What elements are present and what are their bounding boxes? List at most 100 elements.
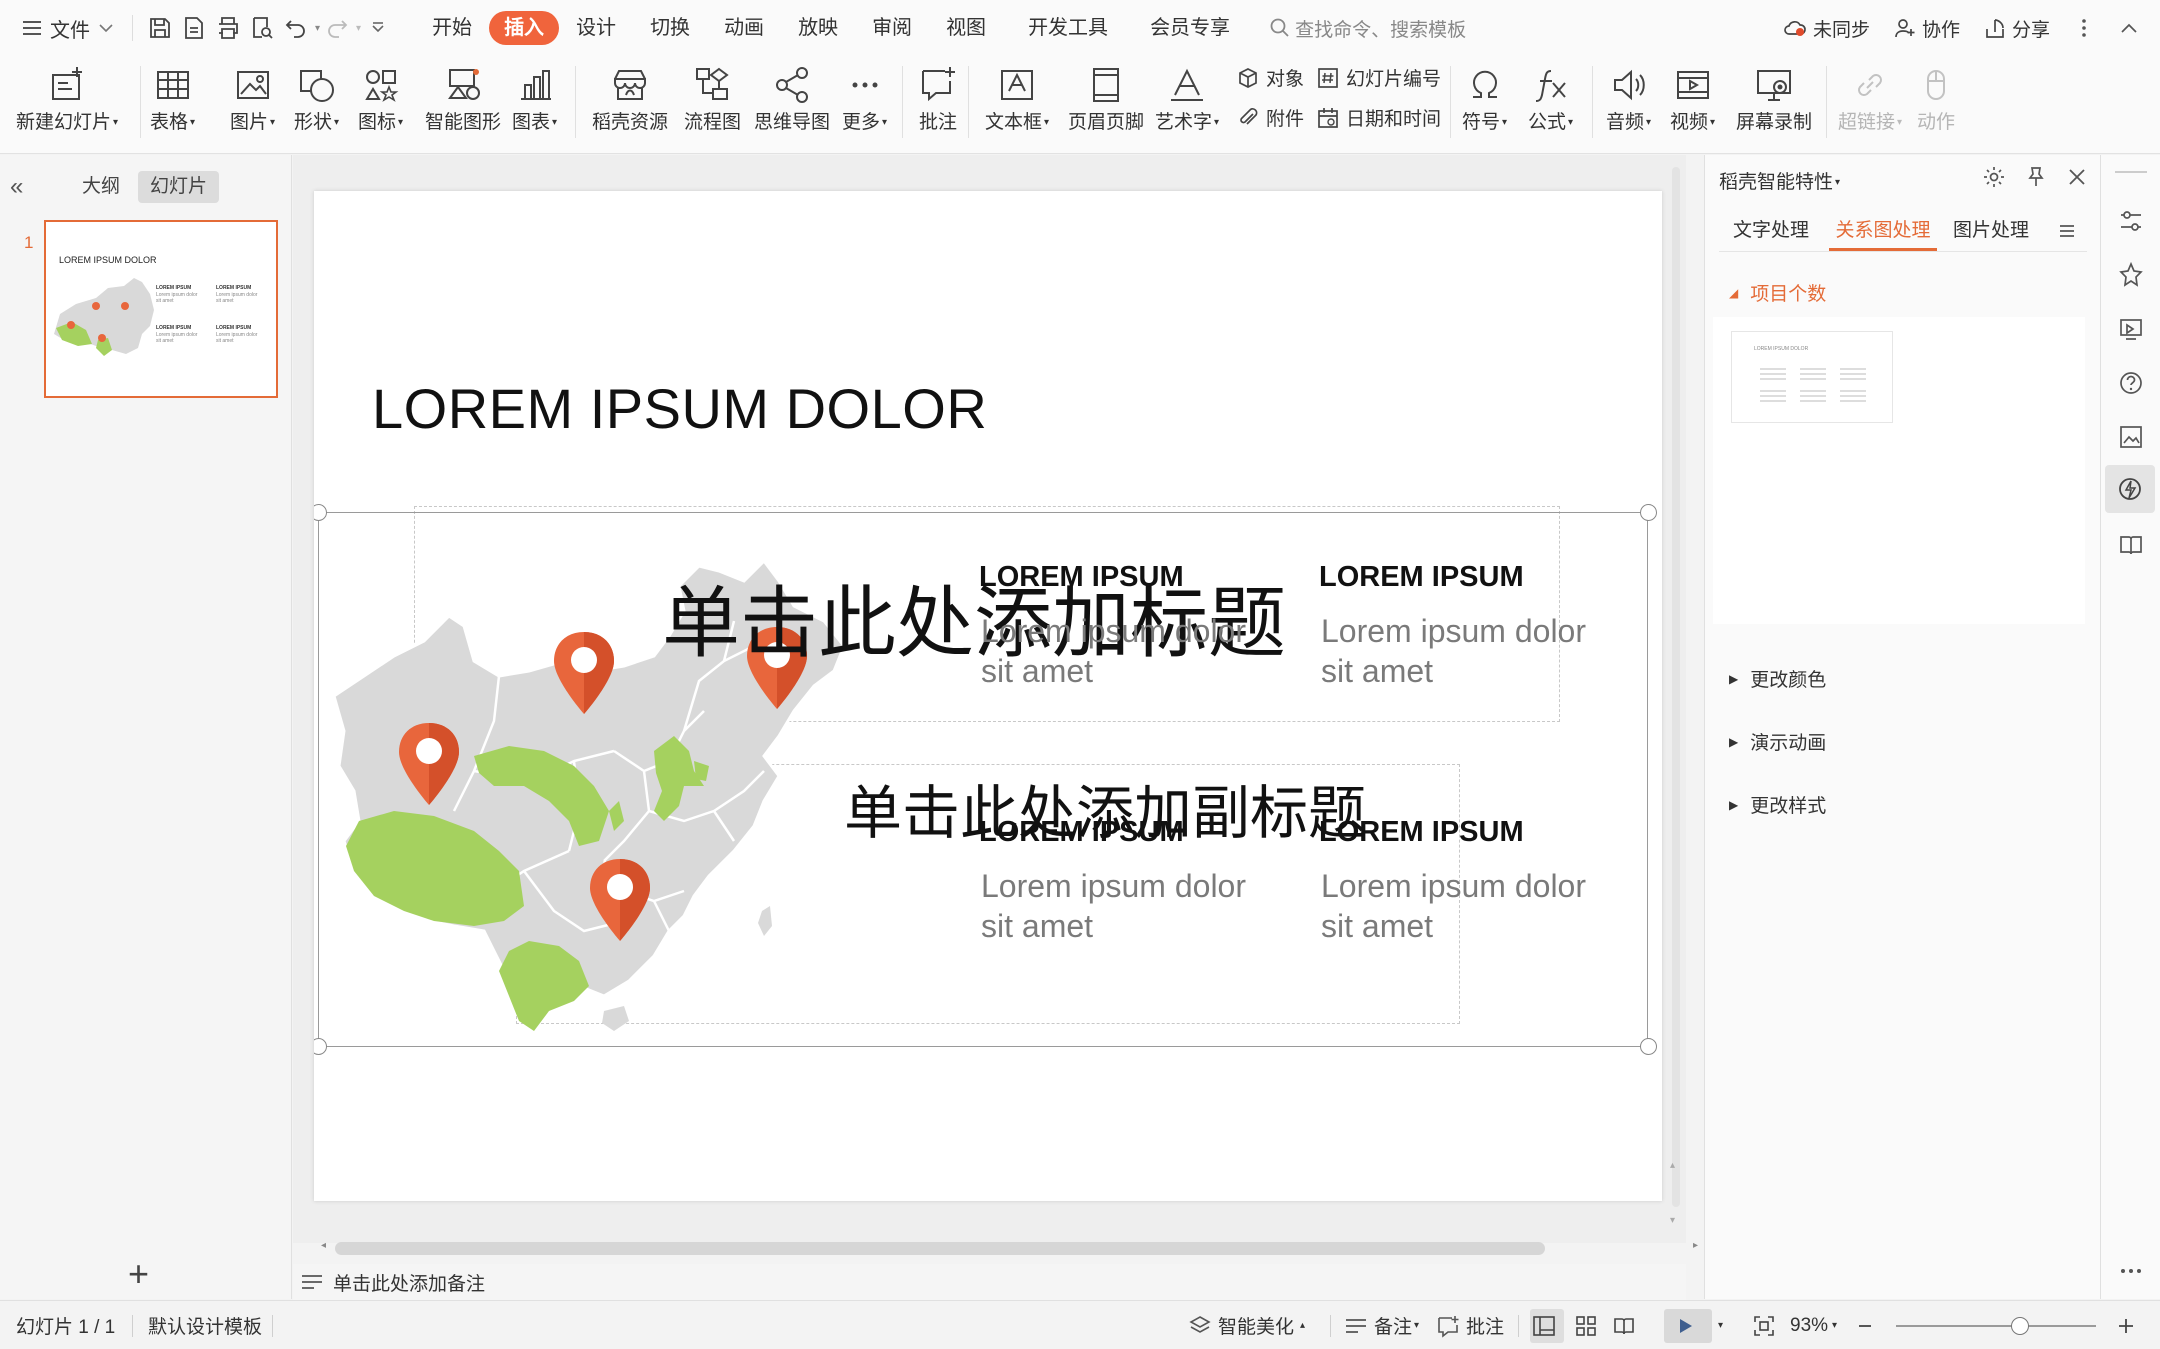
notes-toggle[interactable]: 备注 ▾ xyxy=(1344,1301,1419,1349)
scroll-right-icon[interactable]: ▸ xyxy=(1693,1240,1698,1251)
close-icon[interactable] xyxy=(2066,166,2088,188)
template-name[interactable]: 默认设计模板 xyxy=(148,1301,262,1349)
section-animation[interactable]: ▶ 演示动画 xyxy=(1729,728,1826,755)
audio-button[interactable]: 音频 ▾ xyxy=(1606,60,1651,136)
file-menu[interactable]: 文件 xyxy=(14,8,122,48)
next-slide-icon[interactable]: ▾ xyxy=(1670,1215,1675,1226)
redo-icon[interactable] xyxy=(320,8,354,48)
print-preview-icon[interactable] xyxy=(245,8,279,48)
video-button[interactable]: 视频 ▾ xyxy=(1670,60,1715,136)
zoom-in-button[interactable] xyxy=(2116,1301,2142,1349)
shape-button[interactable]: 形状 ▾ xyxy=(294,60,339,136)
picture-button[interactable]: 图片 ▾ xyxy=(230,60,275,136)
command-search[interactable]: 查找命令、搜索模板 xyxy=(1269,15,1466,42)
comment-button[interactable]: 批注 xyxy=(918,60,958,136)
slide-number-button[interactable]: 幻灯片编号 xyxy=(1316,64,1441,91)
slide-title[interactable]: LOREM IPSUM DOLOR xyxy=(372,376,987,441)
more-insert-button[interactable]: 更多 ▾ xyxy=(842,60,887,136)
pin-icon[interactable] xyxy=(2024,165,2048,189)
image-tools-icon[interactable] xyxy=(2115,421,2147,453)
undo-icon[interactable] xyxy=(279,8,313,48)
slideshow-window-icon[interactable] xyxy=(2115,313,2147,345)
more-options-icon[interactable] xyxy=(2080,17,2094,39)
tab-diagram-processing[interactable]: 关系图处理 xyxy=(1829,211,1937,251)
resize-handle[interactable] xyxy=(1640,504,1657,521)
export-pdf-icon[interactable] xyxy=(177,8,211,48)
tab-slides[interactable]: 幻灯片 xyxy=(138,171,220,203)
vertical-scrollbar[interactable]: ▴ ▾ xyxy=(1666,155,1686,1243)
notes-bar[interactable]: 单击此处添加备注 xyxy=(293,1264,1686,1300)
customize-toolbar-icon[interactable] xyxy=(361,8,395,48)
collaborate-button[interactable]: 协作 xyxy=(1894,15,1960,42)
symbol-button[interactable]: 符号 ▾ xyxy=(1462,60,1507,136)
tab-home[interactable]: 开始 xyxy=(415,11,489,45)
screen-record-button[interactable]: 屏幕录制 xyxy=(1736,60,1812,136)
tab-member[interactable]: 会员专享 xyxy=(1133,11,1247,45)
scroll-left-icon[interactable]: ◂ xyxy=(321,1240,326,1251)
attachment-button[interactable]: 附件 xyxy=(1236,104,1304,131)
zoom-level[interactable]: 93% ▾ xyxy=(1790,1301,1837,1349)
grid-view-button[interactable] xyxy=(1574,1301,1604,1349)
textbox-button[interactable]: 文本框 ▾ xyxy=(985,60,1049,136)
date-time-button[interactable]: 日期和时间 xyxy=(1316,104,1441,131)
gear-icon[interactable] xyxy=(1982,165,2006,189)
tab-view[interactable]: 视图 xyxy=(929,11,1003,45)
wordart-button[interactable]: 艺术字 ▾ xyxy=(1155,60,1219,136)
new-slide-button[interactable]: 新建幻灯片 ▾ xyxy=(16,60,118,136)
scroll-thumb[interactable] xyxy=(335,1242,1545,1255)
reading-view-button[interactable] xyxy=(1612,1301,1642,1349)
header-footer-button[interactable]: 页眉页脚 xyxy=(1068,60,1144,136)
slide-thumbnail[interactable]: LOREM IPSUM DOLOR LOREM IPSUM Lorem ipsu… xyxy=(44,220,278,398)
section-item-count[interactable]: ◢ 项目个数 xyxy=(1729,279,1826,306)
prev-slide-icon[interactable]: ▴ xyxy=(1670,1160,1675,1171)
daoke-resources-button[interactable]: 稻壳资源 xyxy=(592,60,668,136)
smartart-button[interactable]: 智能图形 xyxy=(425,60,501,136)
tab-design[interactable]: 设计 xyxy=(559,11,633,45)
tab-outline[interactable]: 大纲 xyxy=(70,171,132,203)
print-icon[interactable] xyxy=(211,8,245,48)
object-button[interactable]: 对象 xyxy=(1236,64,1304,91)
play-slideshow-button[interactable]: ▾ xyxy=(1664,1301,1723,1349)
action-button[interactable]: 动作 xyxy=(1916,60,1956,136)
smart-features-icon[interactable] xyxy=(2105,465,2155,513)
tab-transitions[interactable]: 切换 xyxy=(633,11,707,45)
tab-insert[interactable]: 插入 xyxy=(489,11,560,45)
icon-button[interactable]: 图标 ▾ xyxy=(358,60,403,136)
tab-developer[interactable]: 开发工具 xyxy=(1011,11,1125,45)
table-button[interactable]: 表格 ▾ xyxy=(150,60,195,136)
tab-animation[interactable]: 动画 xyxy=(707,11,781,45)
tab-slideshow[interactable]: 放映 xyxy=(781,11,855,45)
adjust-icon[interactable] xyxy=(2115,205,2147,237)
smart-beautify-button[interactable]: 智能美化 ▴ xyxy=(1188,1301,1305,1349)
section-change-color[interactable]: ▶ 更改颜色 xyxy=(1729,665,1826,692)
chart-button[interactable]: 图表 ▾ xyxy=(512,60,557,136)
comments-toggle[interactable]: 批注 xyxy=(1436,1301,1504,1349)
share-button[interactable]: 分享 xyxy=(1984,15,2050,42)
star-pen-icon[interactable] xyxy=(2115,259,2147,291)
save-icon[interactable] xyxy=(143,8,177,48)
add-slide-button[interactable]: + xyxy=(128,1253,149,1295)
section-change-style[interactable]: ▶ 更改样式 xyxy=(1729,791,1826,818)
collapse-ribbon-icon[interactable] xyxy=(2118,20,2146,36)
horizontal-scrollbar[interactable]: ◂ ▸ xyxy=(321,1240,1698,1256)
formula-button[interactable]: 公式 ▾ xyxy=(1528,60,1573,136)
normal-view-button[interactable] xyxy=(1530,1301,1564,1349)
more-tools-icon[interactable] xyxy=(2115,1255,2147,1287)
mindmap-button[interactable]: 思维导图 xyxy=(754,60,830,136)
tab-text-processing[interactable]: 文字处理 xyxy=(1733,211,1809,251)
fit-window-button[interactable] xyxy=(1752,1301,1782,1349)
zoom-out-button[interactable] xyxy=(1856,1301,1880,1349)
flowchart-button[interactable]: 流程图 xyxy=(684,60,741,136)
zoom-slider-handle[interactable] xyxy=(2011,1317,2029,1335)
slide[interactable]: LOREM IPSUM DOLOR 单击此处添加标题 单击此处添加副标题 LOR… xyxy=(314,191,1662,1201)
tab-image-processing[interactable]: 图片处理 xyxy=(1953,211,2029,251)
pane-title[interactable]: 稻壳智能特性 ▾ xyxy=(1719,167,1840,194)
pane-menu-icon[interactable] xyxy=(2057,221,2077,241)
zoom-slider[interactable] xyxy=(1896,1317,2096,1335)
layout-preview-option[interactable]: LOREM IPSUM DOLOR xyxy=(1731,331,1893,423)
reader-icon[interactable] xyxy=(2115,529,2147,561)
resize-handle[interactable] xyxy=(1640,1038,1657,1055)
collapse-panel-icon[interactable]: « xyxy=(10,173,23,201)
sync-status[interactable]: 未同步 xyxy=(1783,15,1870,42)
tab-review[interactable]: 审阅 xyxy=(855,11,929,45)
